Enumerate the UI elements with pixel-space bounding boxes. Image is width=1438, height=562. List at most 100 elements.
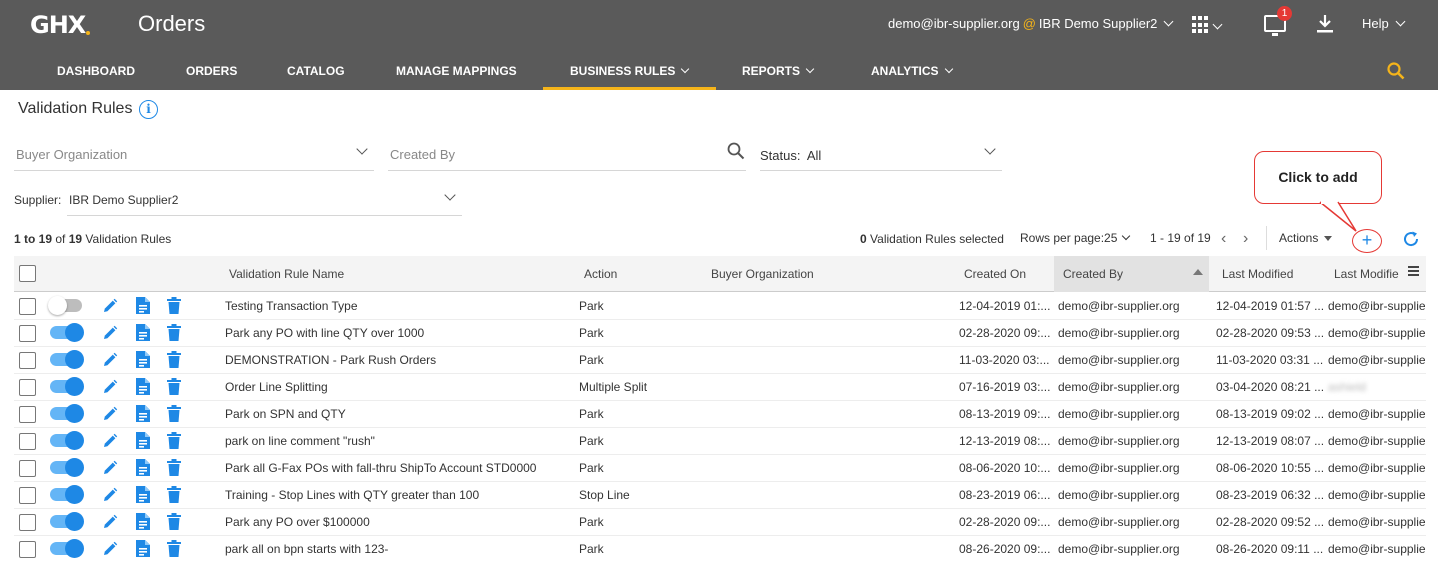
rule-name[interactable]: Order Line Splitting	[225, 380, 575, 394]
user-account-menu[interactable]: demo@ibr-supplier.org @ IBR Demo Supplier2	[888, 16, 1174, 31]
nav-orders[interactable]: ORDERS	[186, 64, 237, 78]
rule-name[interactable]: Park all G-Fax POs with fall-thru ShipTo…	[225, 461, 575, 475]
document-details-icon[interactable]	[136, 540, 150, 557]
info-icon[interactable]: i	[139, 100, 158, 119]
edit-pencil-icon[interactable]	[102, 379, 118, 395]
rule-name[interactable]: Park any PO with line QTY over 1000	[225, 326, 575, 340]
column-header-created-on[interactable]: Created On	[964, 267, 1026, 281]
delete-trash-icon[interactable]	[167, 351, 181, 368]
table-row[interactable]: Order Line Splitting Multiple Split 07-16-…	[14, 374, 1426, 401]
delete-trash-icon[interactable]	[167, 297, 181, 314]
document-details-icon[interactable]	[136, 432, 150, 449]
delete-trash-icon[interactable]	[167, 405, 181, 422]
edit-pencil-icon[interactable]	[102, 514, 118, 530]
delete-trash-icon[interactable]	[167, 513, 181, 530]
search-icon[interactable]	[1387, 62, 1405, 80]
column-header-last-modified[interactable]: Last Modified	[1222, 267, 1293, 281]
document-details-icon[interactable]	[136, 324, 150, 341]
delete-trash-icon[interactable]	[167, 540, 181, 557]
table-row[interactable]: park on line comment "rush" Park 12-13-201…	[14, 428, 1426, 455]
delete-trash-icon[interactable]	[167, 432, 181, 449]
row-checkbox[interactable]	[19, 541, 36, 558]
table-row[interactable]: Park all G-Fax POs with fall-thru ShipTo…	[14, 455, 1426, 482]
delete-trash-icon[interactable]	[167, 324, 181, 341]
nav-business-rules[interactable]: BUSINESS RULES	[570, 64, 690, 78]
column-header-action[interactable]: Action	[584, 267, 617, 281]
row-checkbox[interactable]	[19, 460, 36, 477]
row-checkbox[interactable]	[19, 379, 36, 396]
rule-enabled-toggle[interactable]	[50, 485, 84, 504]
table-row[interactable]: park all on bpn starts with 123- Park 08-2…	[14, 536, 1426, 562]
rule-enabled-toggle[interactable]	[50, 512, 84, 531]
row-checkbox[interactable]	[19, 325, 36, 342]
download-icon[interactable]	[1316, 14, 1334, 34]
rule-name[interactable]: Park any PO over $100000	[225, 515, 575, 529]
rule-name[interactable]: DEMONSTRATION - Park Rush Orders	[225, 353, 575, 367]
status-select[interactable]: Status: All	[760, 139, 1002, 171]
nav-catalog[interactable]: CATALOG	[287, 64, 345, 78]
edit-pencil-icon[interactable]	[102, 298, 118, 314]
table-row[interactable]: Training - Stop Lines with QTY greater t…	[14, 482, 1426, 509]
column-header-created-by[interactable]: Created By	[1063, 267, 1123, 281]
edit-pencil-icon[interactable]	[102, 460, 118, 476]
chevron-down-icon[interactable]	[1212, 19, 1223, 34]
column-menu-icon[interactable]	[1408, 266, 1419, 276]
document-details-icon[interactable]	[136, 486, 150, 503]
document-details-icon[interactable]	[136, 459, 150, 476]
rule-name[interactable]: Park on SPN and QTY	[225, 407, 575, 421]
delete-trash-icon[interactable]	[167, 486, 181, 503]
supplier-select[interactable]: IBR Demo Supplier2	[67, 185, 462, 216]
rule-enabled-toggle[interactable]	[50, 404, 84, 423]
rule-name[interactable]: park all on bpn starts with 123-	[225, 542, 575, 556]
rows-per-page-select[interactable]: Rows per page:25	[1020, 231, 1131, 245]
rule-enabled-toggle[interactable]	[50, 431, 84, 450]
row-checkbox[interactable]	[19, 298, 36, 315]
rule-name[interactable]: Testing Transaction Type	[225, 299, 575, 313]
nav-manage-mappings[interactable]: MANAGE MAPPINGS	[396, 64, 517, 78]
edit-pencil-icon[interactable]	[102, 352, 118, 368]
table-row[interactable]: DEMONSTRATION - Park Rush Orders Park 11-0…	[14, 347, 1426, 374]
table-row[interactable]: Park any PO with line QTY over 1000 Park 0…	[14, 320, 1426, 347]
edit-pencil-icon[interactable]	[102, 325, 118, 341]
table-row[interactable]: Park any PO over $100000 Park 02-28-2020 0…	[14, 509, 1426, 536]
edit-pencil-icon[interactable]	[102, 406, 118, 422]
column-header-name[interactable]: Validation Rule Name	[229, 267, 344, 281]
edit-pencil-icon[interactable]	[102, 541, 118, 557]
table-row[interactable]: Park on SPN and QTY Park 08-13-2019 09:...…	[14, 401, 1426, 428]
document-details-icon[interactable]	[136, 378, 150, 395]
rule-enabled-toggle[interactable]	[50, 377, 84, 396]
document-details-icon[interactable]	[136, 513, 150, 530]
rule-name[interactable]: park on line comment "rush"	[225, 434, 575, 448]
row-checkbox[interactable]	[19, 514, 36, 531]
previous-page-button[interactable]: ‹	[1221, 230, 1226, 248]
document-details-icon[interactable]	[136, 351, 150, 368]
buyer-organization-select[interactable]: Buyer Organization	[14, 139, 374, 171]
row-checkbox[interactable]	[19, 487, 36, 504]
rule-enabled-toggle[interactable]	[48, 296, 82, 315]
help-menu[interactable]: Help	[1362, 16, 1406, 31]
rule-name[interactable]: Training - Stop Lines with QTY greater t…	[225, 488, 575, 502]
edit-pencil-icon[interactable]	[102, 487, 118, 503]
nav-dashboard[interactable]: DASHBOARD	[57, 64, 135, 78]
rule-enabled-toggle[interactable]	[50, 350, 84, 369]
sort-ascending-icon[interactable]	[1193, 269, 1203, 275]
apps-grid-icon[interactable]	[1192, 16, 1210, 34]
column-header-buyer-organization[interactable]: Buyer Organization	[711, 267, 814, 281]
created-by-input[interactable]: Created By	[388, 139, 746, 171]
edit-pencil-icon[interactable]	[102, 433, 118, 449]
next-page-button[interactable]: ›	[1243, 230, 1248, 248]
delete-trash-icon[interactable]	[167, 459, 181, 476]
document-details-icon[interactable]	[136, 405, 150, 422]
rule-enabled-toggle[interactable]	[50, 539, 84, 558]
nav-analytics[interactable]: ANALYTICS	[871, 64, 953, 78]
column-header-last-modified-by[interactable]: Last Modifie	[1334, 267, 1406, 281]
ghx-logo[interactable]: GHX	[30, 11, 91, 39]
row-checkbox[interactable]	[19, 352, 36, 369]
select-all-checkbox[interactable]	[19, 265, 36, 282]
row-checkbox[interactable]	[19, 406, 36, 423]
row-checkbox[interactable]	[19, 433, 36, 450]
document-details-icon[interactable]	[136, 297, 150, 314]
delete-trash-icon[interactable]	[167, 378, 181, 395]
table-row[interactable]: Testing Transaction Type Park 12-04-2019 0…	[14, 293, 1426, 320]
rule-enabled-toggle[interactable]	[50, 458, 84, 477]
